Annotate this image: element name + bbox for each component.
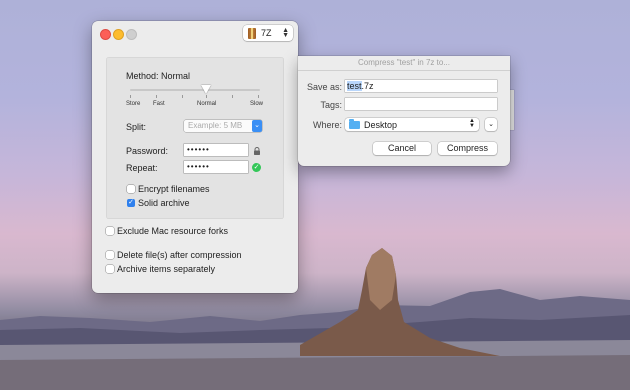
chevron-updown-icon: ▲ ▼ (282, 27, 289, 39)
exclude-forks-label: Exclude Mac resource forks (117, 226, 229, 236)
archive-separately-label: Archive items separately (117, 264, 216, 274)
slider-tick-label-slow: Slow (250, 101, 264, 107)
method-slider-thumb[interactable] (201, 85, 211, 94)
save-dialog-title: Compress "test" in 7z to... (358, 58, 450, 67)
method-label: Method: Normal (126, 71, 191, 81)
delete-after-checkbox[interactable] (106, 251, 114, 259)
slider-tick (156, 95, 157, 98)
encrypt-filenames-checkbox[interactable] (127, 185, 135, 193)
where-value: Desktop (364, 119, 398, 130)
minimize-button[interactable] (113, 29, 124, 40)
solid-archive-checkbox[interactable]: ✓ (127, 199, 135, 207)
cancel-button[interactable]: Cancel (373, 142, 431, 155)
window-titlebar: 7Z ▲ ▼ (92, 21, 298, 45)
archive-separately-checkbox[interactable] (106, 265, 114, 273)
save-as-field[interactable]: test.7z (345, 80, 497, 92)
format-select-label: 7Z (261, 28, 272, 38)
slider-tick (182, 95, 183, 98)
7z-archive-icon (248, 27, 256, 39)
save-as-extension: .7z (361, 81, 374, 91)
solid-archive-label: Solid archive (138, 198, 190, 208)
checkmark-circle-icon: ✓ (252, 163, 261, 172)
lock-icon (254, 147, 260, 155)
expand-dialog-button[interactable]: ⌄ (485, 118, 497, 131)
format-select[interactable]: 7Z ▲ ▼ (243, 25, 293, 41)
slider-tick (206, 95, 207, 98)
delete-after-label: Delete file(s) after compression (117, 250, 242, 260)
chevron-updown-icon: ▲ ▼ (469, 118, 475, 129)
slider-tick-label-store: Store (126, 101, 141, 107)
divider (298, 70, 510, 71)
split-label: Split: (126, 122, 147, 132)
slider-tick (232, 95, 233, 98)
where-select[interactable]: Desktop ▲ ▼ (345, 118, 479, 131)
slider-tick (130, 95, 131, 98)
save-as-label: Save as: (306, 82, 342, 92)
save-dialog: Compress "test" in 7z to... Save as: tes… (298, 56, 510, 166)
where-label: Where: (312, 120, 342, 130)
save-as-selected-text: test (347, 81, 362, 91)
exclude-forks-checkbox[interactable] (106, 227, 114, 235)
repeat-label: Repeat: (126, 163, 158, 173)
password-label: Password: (126, 146, 169, 156)
chevron-down-icon: ⌄ (488, 121, 494, 128)
compressor-window: 7Z ▲ ▼ Method: Normal Store Fast Normal S… (92, 21, 298, 293)
close-button[interactable] (100, 29, 111, 40)
folder-icon (349, 118, 360, 129)
zoom-button[interactable] (126, 29, 137, 40)
compress-button[interactable]: Compress (438, 142, 497, 155)
options-panel: Method: Normal Store Fast Normal Slow Sp… (106, 57, 284, 219)
repeat-password-field[interactable]: •••••• (184, 161, 248, 173)
method-slider-track[interactable] (130, 89, 260, 91)
slider-tick-label-fast: Fast (153, 101, 165, 107)
encrypt-filenames-label: Encrypt filenames (138, 184, 210, 194)
window-edge (510, 90, 514, 130)
split-input[interactable]: Example: 5 MB (184, 120, 262, 132)
password-field[interactable]: •••••• (184, 144, 248, 156)
slider-tick (258, 95, 259, 98)
tags-label: Tags: (320, 100, 342, 110)
slider-tick-label-normal: Normal (197, 101, 217, 107)
tags-field[interactable] (345, 98, 497, 110)
split-dropdown-button[interactable]: ⌄ (252, 120, 262, 132)
